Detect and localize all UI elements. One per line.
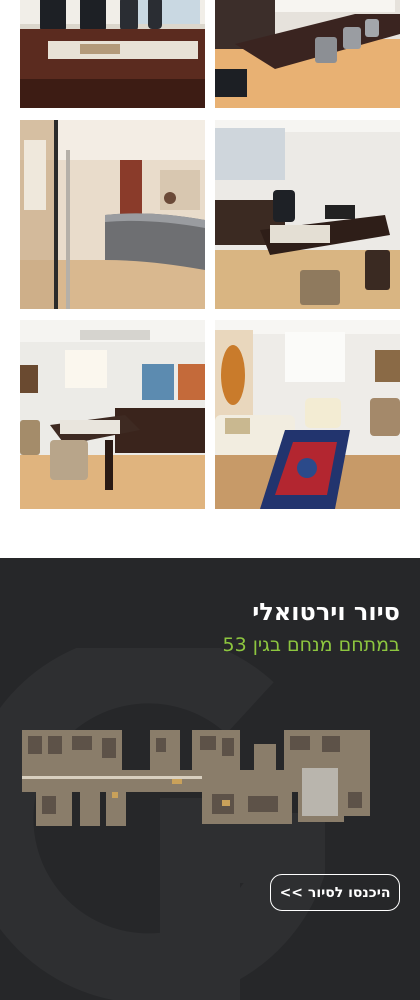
reception-lobby-photo[interactable] — [20, 120, 205, 309]
enter-tour-button[interactable]: היכנסו לסיור >> — [270, 874, 400, 911]
tour-subtitle: במתחם מנחם בגין 53 — [222, 634, 400, 656]
executive-office-photo[interactable] — [20, 320, 205, 509]
manager-office-photo[interactable] — [215, 120, 400, 309]
lounge-office-photo[interactable] — [215, 320, 400, 509]
virtual-tour-section: סיור וירטואלי במתחם מנחם בגין 53 היכנסו … — [0, 558, 420, 1000]
floorplan-image[interactable] — [22, 730, 370, 826]
photo-gallery — [0, 0, 420, 560]
conference-room-photo[interactable] — [20, 0, 205, 108]
boardroom-photo[interactable] — [215, 0, 400, 108]
tour-title: סיור וירטואלי — [252, 598, 400, 626]
